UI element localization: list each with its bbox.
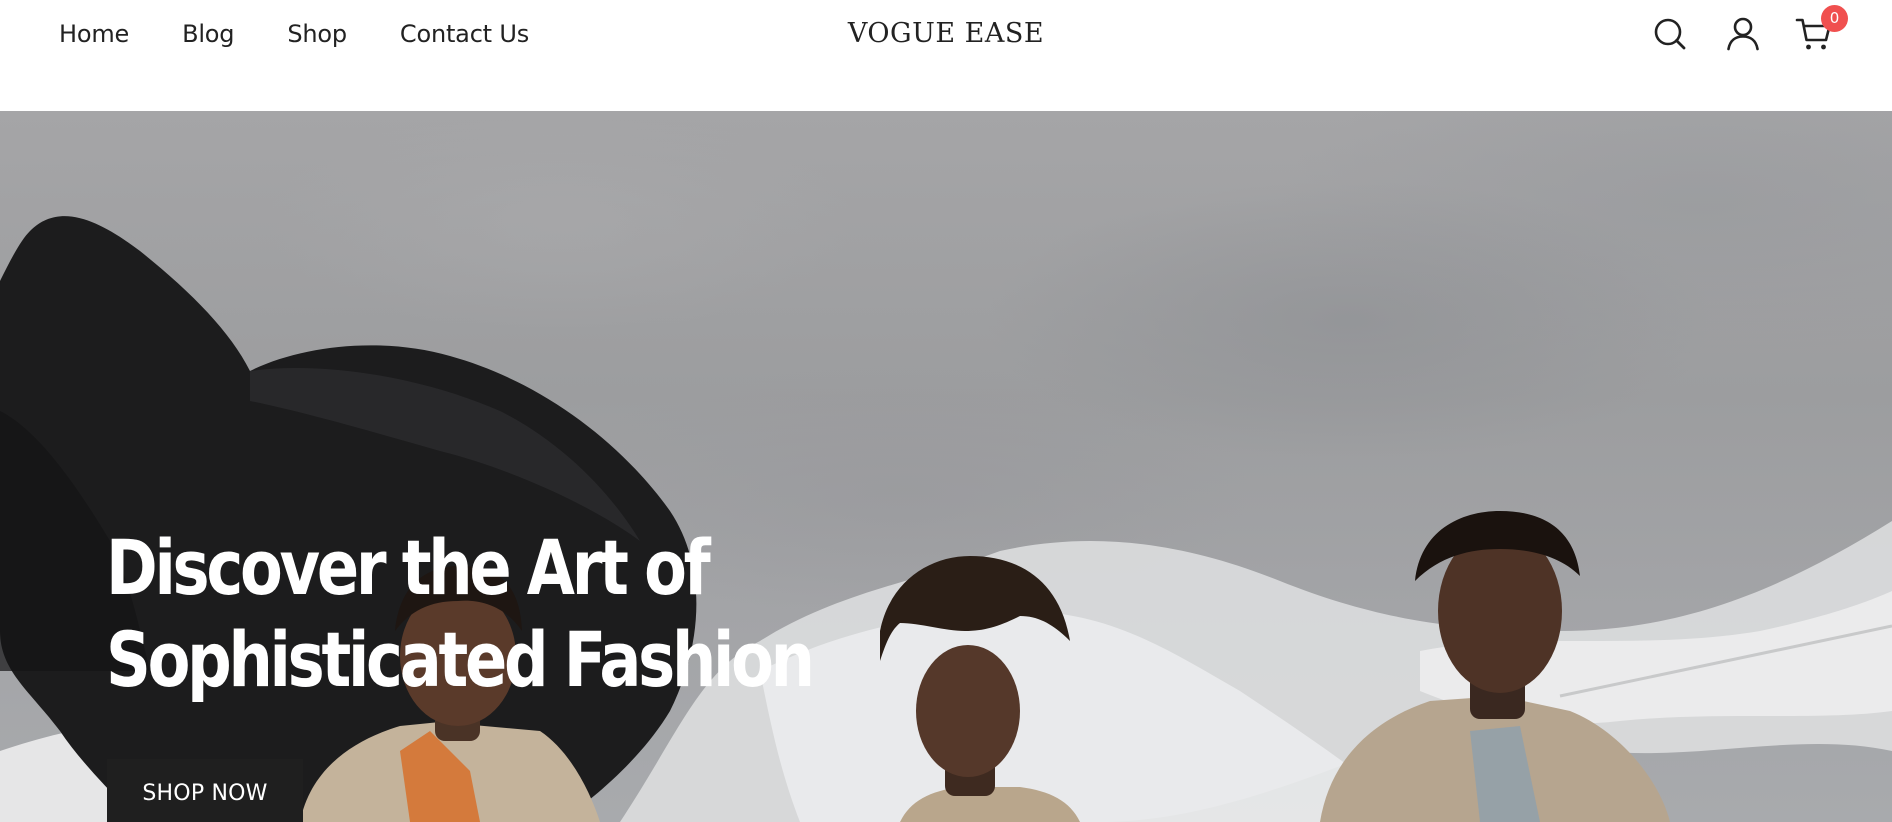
nav-link-contact-us[interactable]: Contact Us — [400, 18, 529, 50]
cart-count-badge: 0 — [1821, 5, 1848, 32]
nav-link-blog[interactable]: Blog — [182, 18, 234, 50]
hero-banner: Discover the Art of Sophisticated Fashio… — [0, 111, 1892, 822]
nav-link-shop[interactable]: Shop — [287, 18, 347, 50]
hero-background-image — [0, 216, 1892, 822]
site-header: Home Blog Shop Contact Us VOGUE EASE 0 — [0, 0, 1892, 111]
nav-link-home[interactable]: Home — [59, 18, 129, 50]
user-icon — [1727, 17, 1759, 51]
site-logo[interactable]: VOGUE EASE — [830, 16, 1062, 52]
main-nav: Home Blog Shop Contact Us — [59, 18, 529, 50]
search-icon — [1654, 18, 1686, 50]
search-button[interactable] — [1650, 14, 1690, 54]
hero-title: Discover the Art of Sophisticated Fashio… — [106, 523, 815, 704]
account-button[interactable] — [1723, 14, 1763, 54]
shop-now-button[interactable]: SHOP NOW — [107, 759, 303, 822]
